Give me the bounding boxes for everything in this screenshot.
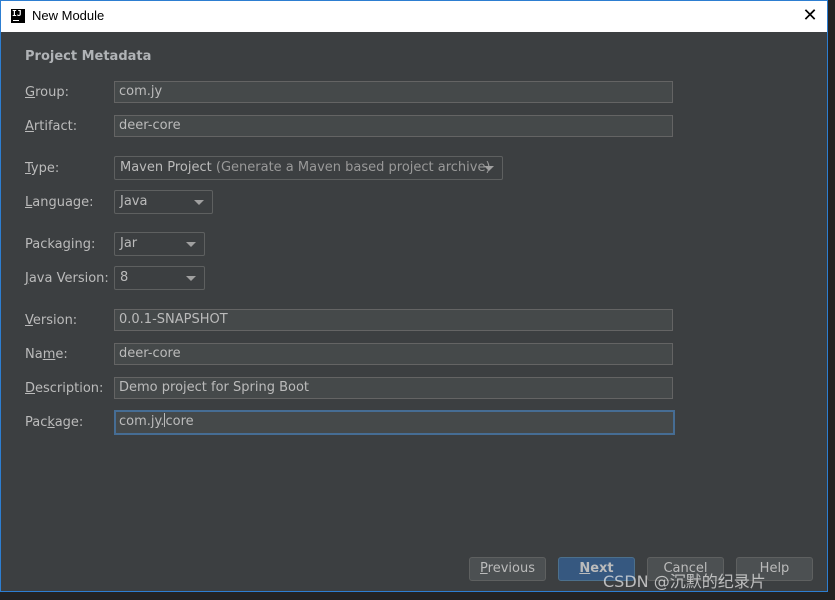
- package-input[interactable]: com.jy.core: [114, 410, 675, 435]
- new-module-dialog: IJ New Module ✕ Project Metadata Group: …: [0, 0, 828, 592]
- packaging-label: Packaging:: [25, 237, 96, 252]
- chevron-down-icon: [484, 166, 494, 171]
- chevron-down-icon: [186, 242, 196, 247]
- language-label: Language:: [25, 195, 94, 210]
- type-hint: (Generate a Maven based project archive): [215, 160, 491, 175]
- package-label: Package:: [25, 415, 84, 430]
- previous-button[interactable]: Previous: [469, 557, 546, 581]
- version-label: Version:: [25, 313, 78, 328]
- section-title: Project Metadata: [25, 49, 152, 64]
- language-value: Java: [120, 194, 148, 209]
- type-dropdown[interactable]: Maven Project (Generate a Maven based pr…: [114, 156, 503, 180]
- title-bar: IJ New Module ✕: [1, 1, 827, 32]
- close-icon: ✕: [802, 5, 818, 26]
- java-version-label: Java Version:: [25, 271, 109, 286]
- cancel-button[interactable]: Cancel: [647, 557, 724, 581]
- type-value: Maven Project: [120, 160, 212, 175]
- intellij-idea-icon: IJ: [11, 9, 25, 23]
- java-version-dropdown[interactable]: 8: [114, 266, 205, 290]
- next-button[interactable]: Next: [558, 557, 635, 581]
- chevron-down-icon: [194, 200, 204, 205]
- type-label: Type:: [25, 161, 60, 176]
- chevron-down-icon: [186, 276, 196, 281]
- close-button[interactable]: ✕: [799, 5, 821, 27]
- description-input[interactable]: Demo project for Spring Boot: [114, 377, 673, 399]
- group-input[interactable]: com.jy: [114, 81, 673, 103]
- packaging-value: Jar: [120, 236, 138, 251]
- help-button[interactable]: Help: [736, 557, 813, 581]
- java-version-value: 8: [120, 270, 129, 285]
- name-input[interactable]: deer-core: [114, 343, 673, 365]
- language-dropdown[interactable]: Java: [114, 190, 213, 214]
- artifact-input[interactable]: deer-core: [114, 115, 673, 137]
- description-label: Description:: [25, 381, 104, 396]
- window-title: New Module: [32, 8, 105, 23]
- artifact-label: Artifact:: [25, 119, 78, 134]
- name-label: Name:: [25, 347, 68, 362]
- version-input[interactable]: 0.0.1-SNAPSHOT: [114, 309, 673, 331]
- group-label: Group:: [25, 85, 69, 100]
- packaging-dropdown[interactable]: Jar: [114, 232, 205, 256]
